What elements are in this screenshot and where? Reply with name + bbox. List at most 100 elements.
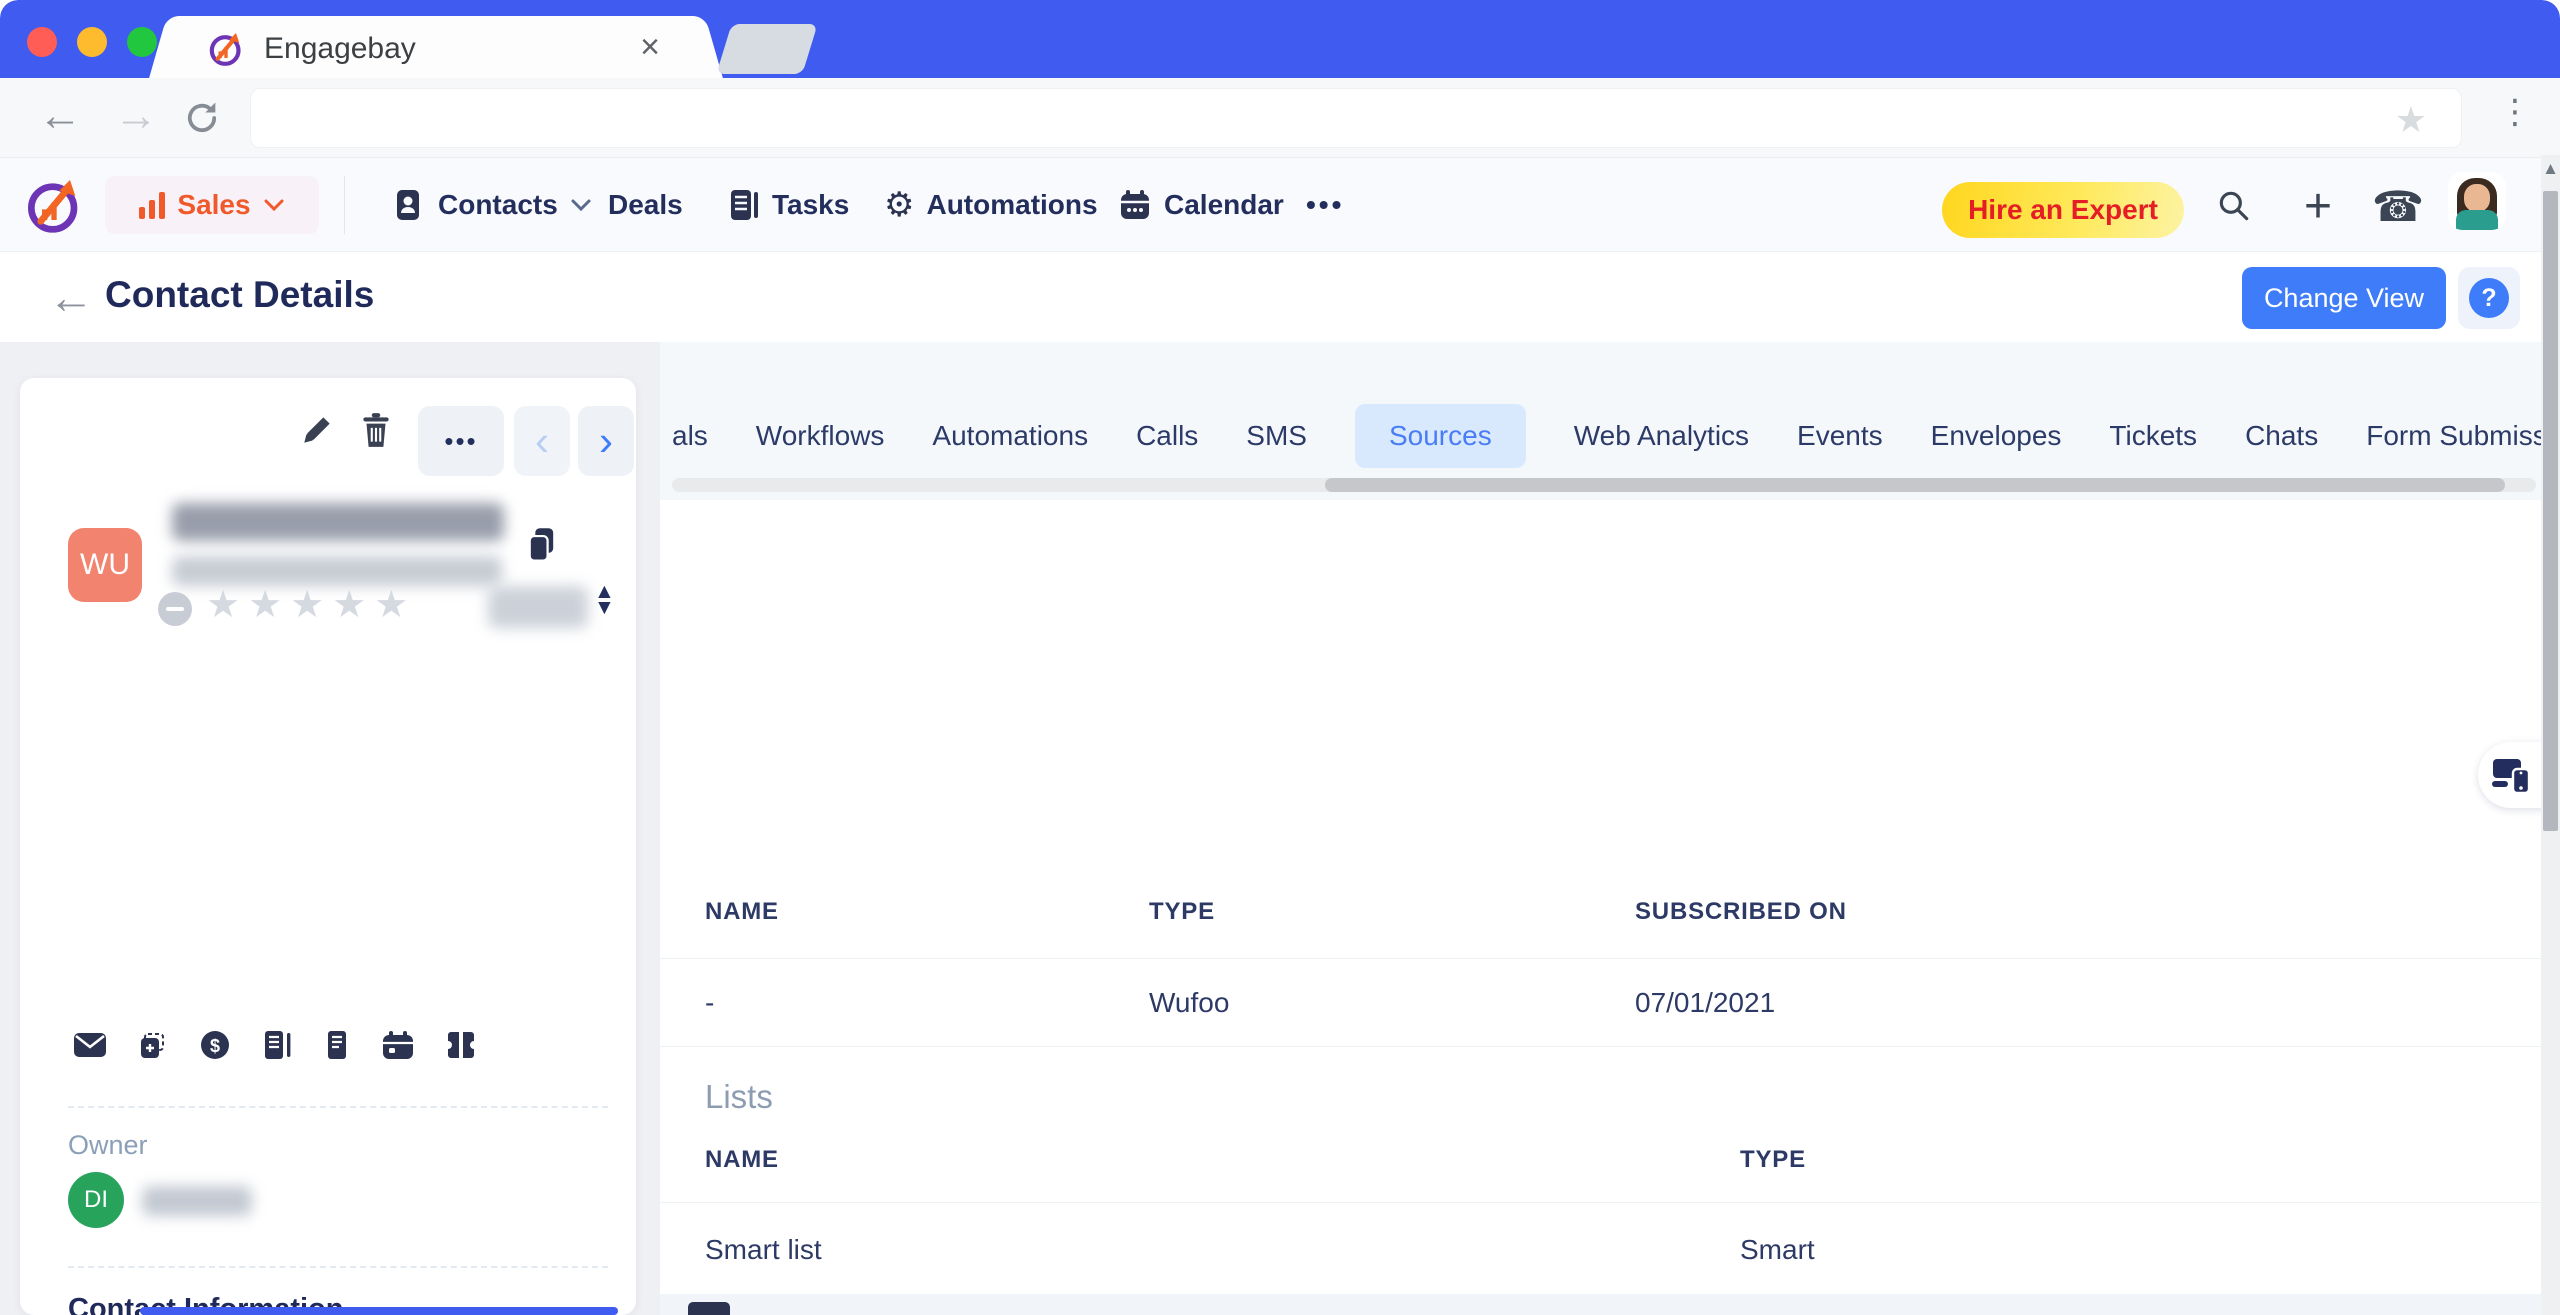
file-icon[interactable] (322, 1028, 352, 1062)
browser-titlebar: Engagebay × (0, 0, 2560, 78)
browser-menu-icon[interactable]: ⋮ (2498, 92, 2532, 132)
chevron-left-icon: ‹ (535, 417, 549, 465)
close-window-button[interactable] (27, 27, 57, 57)
nav-item-calendar[interactable]: Calendar (1118, 158, 1284, 252)
help-button[interactable]: ? (2458, 267, 2520, 329)
tab-sources[interactable]: Sources (1355, 404, 1526, 468)
score-stepper[interactable]: ▲ ▼ (594, 584, 615, 616)
tab-automations[interactable]: Automations (932, 404, 1088, 468)
address-bar[interactable]: ★ (250, 88, 2462, 148)
lists-heading: Lists (705, 1078, 773, 1116)
delete-trash-icon[interactable] (358, 411, 394, 449)
engagebay-favicon (206, 28, 246, 68)
chevron-down-icon (263, 198, 285, 212)
page-header: ← Contact Details Change View ? (0, 252, 2560, 342)
list-type-cell: Smart (1740, 1234, 1815, 1266)
nav-item-more[interactable]: ••• (1306, 158, 1344, 252)
copy-icon[interactable] (526, 526, 558, 564)
tab-deals-clipped[interactable]: als (672, 404, 708, 468)
browser-reload-icon[interactable] (182, 98, 222, 138)
tab-sms[interactable]: SMS (1246, 404, 1307, 468)
search-icon[interactable] (2212, 184, 2256, 228)
devices-fab-button[interactable] (2478, 742, 2546, 808)
browser-tab[interactable]: Engagebay × (172, 16, 700, 78)
contact-detail-panel: als Workflows Automations Calls SMS Sour… (660, 342, 2541, 1315)
nav-item-automations[interactable]: ⚙ Automations (884, 158, 1098, 252)
ticket-icon[interactable] (444, 1028, 478, 1062)
divider (660, 958, 2541, 959)
owner-name-redacted (142, 1186, 252, 1216)
tabs-scrollbar-thumb[interactable] (1325, 478, 2505, 492)
more-icon: ••• (1306, 189, 1344, 221)
task-icon[interactable] (136, 1028, 170, 1062)
source-type-cell: Wufoo (1149, 987, 1229, 1019)
bar-chart-icon (139, 191, 165, 219)
minimize-window-button[interactable] (77, 27, 107, 57)
page-scrollbar-thumb[interactable] (2543, 191, 2558, 831)
lists-col-type: TYPE (1740, 1146, 1806, 1174)
tabs-scrollbar-track[interactable] (672, 478, 2536, 492)
tab-chats[interactable]: Chats (2245, 404, 2318, 468)
page-scrollbar-track[interactable]: ▲ (2541, 155, 2560, 1315)
contact-avatar: WU (68, 528, 142, 602)
more-actions-button[interactable]: ••• (418, 406, 504, 476)
email-icon[interactable] (72, 1028, 108, 1062)
sources-col-type: TYPE (1149, 898, 1215, 926)
engagebay-logo[interactable] (22, 172, 86, 236)
nav-item-tasks[interactable]: Tasks (728, 158, 849, 252)
new-tab-shape[interactable] (716, 24, 817, 74)
scroll-up-icon[interactable]: ▲ (2541, 159, 2560, 179)
tab-form-submissions[interactable]: Form Submissions (2366, 404, 2560, 468)
card-bottom-scrollbar[interactable] (140, 1307, 618, 1315)
phone-icon[interactable]: ☎ (2376, 184, 2420, 228)
calendar-icon (1118, 188, 1152, 222)
contact-name-redacted (172, 503, 504, 541)
score-redacted (488, 586, 588, 628)
contacts-icon (392, 188, 426, 222)
page-title: Contact Details (105, 274, 374, 316)
gear-icon: ⚙ (884, 185, 914, 225)
tab-events[interactable]: Events (1797, 404, 1883, 468)
sort-down-icon[interactable]: ▼ (594, 600, 615, 616)
detail-tabs-strip: als Workflows Automations Calls SMS Sour… (660, 342, 2541, 500)
browser-toolbar: ← → ★ ⋮ (0, 78, 2560, 158)
tab-tickets[interactable]: Tickets (2109, 404, 2197, 468)
change-view-button[interactable]: Change View (2242, 267, 2446, 329)
bookmark-star-icon[interactable]: ★ (2395, 99, 2427, 141)
edit-pencil-icon[interactable] (298, 411, 336, 449)
back-arrow-icon[interactable]: ← (48, 270, 94, 324)
appointment-icon[interactable] (380, 1028, 416, 1062)
browser-back-icon[interactable]: ← (38, 94, 82, 138)
deal-icon[interactable]: $ (198, 1028, 232, 1062)
note-icon[interactable] (260, 1028, 294, 1062)
nav-item-deals[interactable]: Deals (608, 158, 683, 252)
previous-contact-button[interactable]: ‹ (514, 406, 570, 476)
svg-text:$: $ (210, 1036, 220, 1056)
maximize-window-button[interactable] (127, 27, 157, 57)
contact-summary-card: ••• ‹ › WU ★★★★★ ▲ ▼ (20, 378, 636, 1315)
hire-expert-button[interactable]: Hire an Expert (1942, 182, 2184, 238)
source-name-cell: - (705, 987, 714, 1019)
add-new-icon[interactable]: + (2296, 184, 2340, 228)
tab-envelopes[interactable]: Envelopes (1931, 404, 2062, 468)
workspace-switcher[interactable]: Sales (105, 176, 319, 234)
workspace-label: Sales (177, 189, 250, 221)
avatar-face (2464, 184, 2490, 212)
clear-rating-icon[interactable] (158, 592, 192, 626)
tab-web-analytics[interactable]: Web Analytics (1574, 404, 1749, 468)
tab-workflows[interactable]: Workflows (756, 404, 885, 468)
nav-item-contacts[interactable]: Contacts (392, 158, 592, 252)
tab-calls[interactable]: Calls (1136, 404, 1198, 468)
table-row-highlight (660, 1294, 2541, 1315)
user-avatar[interactable] (2448, 172, 2506, 230)
more-icon: ••• (444, 426, 477, 457)
owner-avatar[interactable]: DI (68, 1172, 124, 1228)
list-name-cell[interactable]: Smart list (705, 1234, 822, 1266)
tab-title: Engagebay (264, 32, 416, 66)
star-rating[interactable]: ★★★★★ (206, 582, 416, 627)
next-contact-button[interactable]: › (578, 406, 634, 476)
owner-label: Owner (68, 1130, 148, 1161)
browser-forward-icon[interactable]: → (114, 94, 158, 138)
close-tab-icon[interactable]: × (640, 28, 660, 67)
quick-actions-row: $ (72, 1028, 478, 1062)
